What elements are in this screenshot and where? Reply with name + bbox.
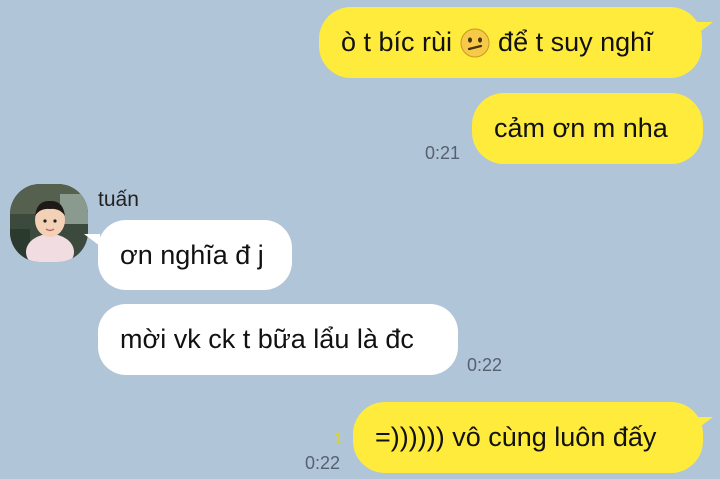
avatar-image bbox=[10, 184, 88, 262]
avatar[interactable] bbox=[10, 184, 88, 262]
message-bubble-outgoing[interactable]: ò t bíc rùi để t suy nghĩ bbox=[319, 7, 702, 78]
message-text: ơn nghĩa đ j bbox=[120, 239, 264, 270]
bubble-tail bbox=[84, 234, 100, 246]
sender-name: tuấn bbox=[98, 188, 139, 211]
confused-face-icon bbox=[460, 28, 490, 57]
message-time: 0:22 bbox=[305, 453, 341, 473]
message-time: 0:21 bbox=[425, 143, 461, 163]
message-bubble-outgoing[interactable]: =)))))) vô cùng luôn đấy bbox=[353, 402, 703, 473]
message-text: =)))))) vô cùng luôn đấy bbox=[375, 422, 657, 452]
message-bubble-incoming[interactable]: ơn nghĩa đ j bbox=[98, 220, 292, 290]
message-bubble-outgoing[interactable]: cảm ơn m nha bbox=[472, 93, 703, 164]
message-text: ò t bíc rùi bbox=[341, 27, 453, 57]
message-text: để t suy nghĩ bbox=[498, 27, 653, 57]
message-text: mời vk ck t bữa lẩu là đc bbox=[120, 324, 414, 354]
unread-count: 1 bbox=[334, 429, 344, 448]
message-text: cảm ơn m nha bbox=[494, 113, 668, 143]
bubble-tail bbox=[697, 417, 713, 429]
message-bubble-incoming[interactable]: mời vk ck t bữa lẩu là đc bbox=[98, 304, 458, 375]
bubble-tail bbox=[697, 22, 713, 34]
message-time: 0:22 bbox=[467, 355, 503, 375]
